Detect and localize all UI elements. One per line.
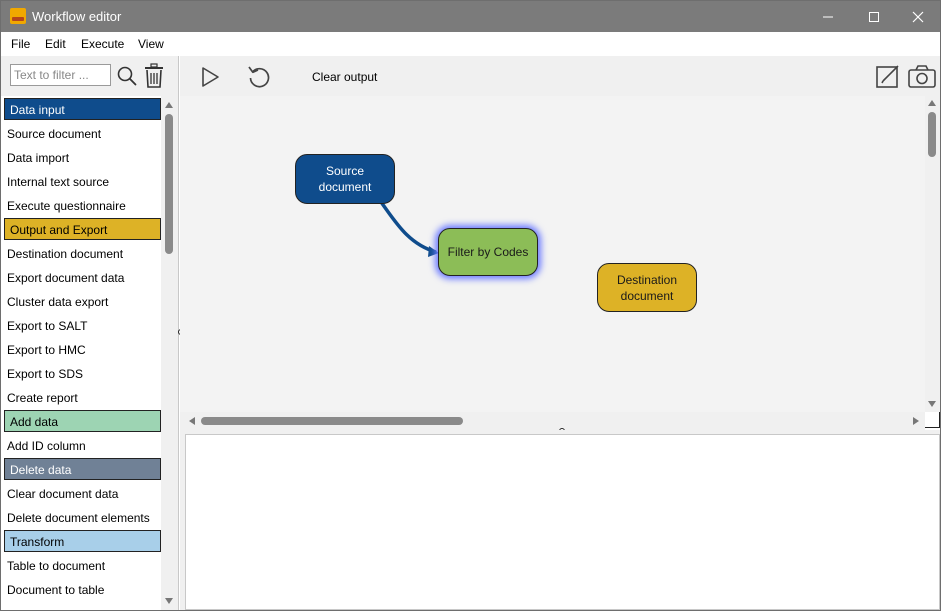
node-source-document[interactable]: Source document <box>295 154 395 204</box>
scrollbar-thumb[interactable] <box>928 112 936 157</box>
play-icon <box>202 67 219 87</box>
list-item-document-to-table[interactable]: Document to table <box>1 578 161 602</box>
delete-button[interactable] <box>143 63 165 89</box>
edit-button[interactable] <box>875 64 901 90</box>
list-item-export-to-sds[interactable]: Export to SDS <box>1 362 161 386</box>
menu-bar: File Edit Execute View <box>1 32 940 56</box>
category-output-and-export[interactable]: Output and Export <box>4 218 161 240</box>
scroll-left-icon[interactable] <box>189 417 195 425</box>
close-icon <box>912 11 924 22</box>
close-button[interactable] <box>895 1 941 32</box>
output-panel[interactable] <box>185 434 940 610</box>
scroll-up-icon[interactable] <box>928 100 936 106</box>
menu-execute[interactable]: Execute <box>81 37 124 51</box>
module-sidebar: Data input Source document Data import I… <box>1 56 179 610</box>
edit-icon <box>876 65 899 88</box>
resize-grip[interactable] <box>925 412 940 428</box>
app-icon <box>10 8 26 24</box>
list-item-source-document[interactable]: Source document <box>1 122 161 146</box>
list-item-destination-document[interactable]: Destination document <box>1 242 161 266</box>
connector-arrow <box>379 200 439 257</box>
list-item-export-to-hmc[interactable]: Export to HMC <box>1 338 161 362</box>
search-icon <box>117 66 137 86</box>
category-data-input[interactable]: Data input <box>4 98 161 120</box>
list-item-cluster-data-export[interactable]: Cluster data export <box>1 290 161 314</box>
menu-view[interactable]: View <box>138 37 164 51</box>
scroll-up-icon[interactable] <box>165 102 173 108</box>
module-list-scrollbar[interactable] <box>161 96 178 610</box>
run-button[interactable] <box>197 64 223 90</box>
list-item-execute-questionnaire[interactable]: Execute questionnaire <box>1 194 161 218</box>
title-bar: Workflow editor <box>1 1 940 32</box>
node-destination-document[interactable]: Destination document <box>597 263 697 312</box>
node-filter-by-codes[interactable]: Filter by Codes <box>438 228 538 276</box>
workflow-editor-window: Workflow editor File Edit Execute View D… <box>0 0 941 611</box>
reset-button[interactable] <box>246 64 272 90</box>
list-item-export-to-salt[interactable]: Export to SALT <box>1 314 161 338</box>
category-transform[interactable]: Transform <box>4 530 161 552</box>
menu-file[interactable]: File <box>11 37 30 51</box>
screenshot-button[interactable] <box>907 64 937 90</box>
list-item-clear-document-data[interactable]: Clear document data <box>1 482 161 506</box>
list-item-export-document-data[interactable]: Export document data <box>1 266 161 290</box>
maximize-icon <box>869 11 879 22</box>
list-item-internal-text-source[interactable]: Internal text source <box>1 170 161 194</box>
module-list: Data input Source document Data import I… <box>1 96 161 610</box>
list-item-delete-document-elements[interactable]: Delete document elements <box>1 506 161 530</box>
filter-input[interactable] <box>10 64 111 86</box>
minimize-icon <box>823 16 833 17</box>
list-item-table-to-document[interactable]: Table to document <box>1 554 161 578</box>
category-add-data[interactable]: Add data <box>4 410 161 432</box>
window-title: Workflow editor <box>32 9 122 24</box>
minimize-button[interactable] <box>805 1 851 32</box>
workflow-canvas[interactable]: Source document Filter by Codes Destinat… <box>180 96 925 412</box>
category-delete-data[interactable]: Delete data <box>4 458 161 480</box>
list-item-data-import[interactable]: Data import <box>1 146 161 170</box>
maximize-button[interactable] <box>851 1 897 32</box>
list-item-create-report[interactable]: Create report <box>1 386 161 410</box>
editor-toolbar: Clear output <box>180 56 940 96</box>
canvas-horizontal-scrollbar[interactable] <box>180 412 925 430</box>
search-button[interactable] <box>116 64 138 88</box>
scrollbar-thumb[interactable] <box>165 114 173 254</box>
scroll-right-icon[interactable] <box>913 417 919 425</box>
clear-output-button[interactable]: Clear output <box>312 70 377 84</box>
scroll-down-icon[interactable] <box>165 598 173 604</box>
list-item-add-id-column[interactable]: Add ID column <box>1 434 161 458</box>
canvas-vertical-scrollbar[interactable] <box>925 96 940 412</box>
refresh-icon <box>248 66 270 88</box>
scrollbar-thumb[interactable] <box>201 417 463 425</box>
menu-edit[interactable]: Edit <box>45 37 66 51</box>
camera-icon <box>908 65 936 88</box>
trash-icon <box>145 63 163 88</box>
scroll-down-icon[interactable] <box>928 401 936 407</box>
